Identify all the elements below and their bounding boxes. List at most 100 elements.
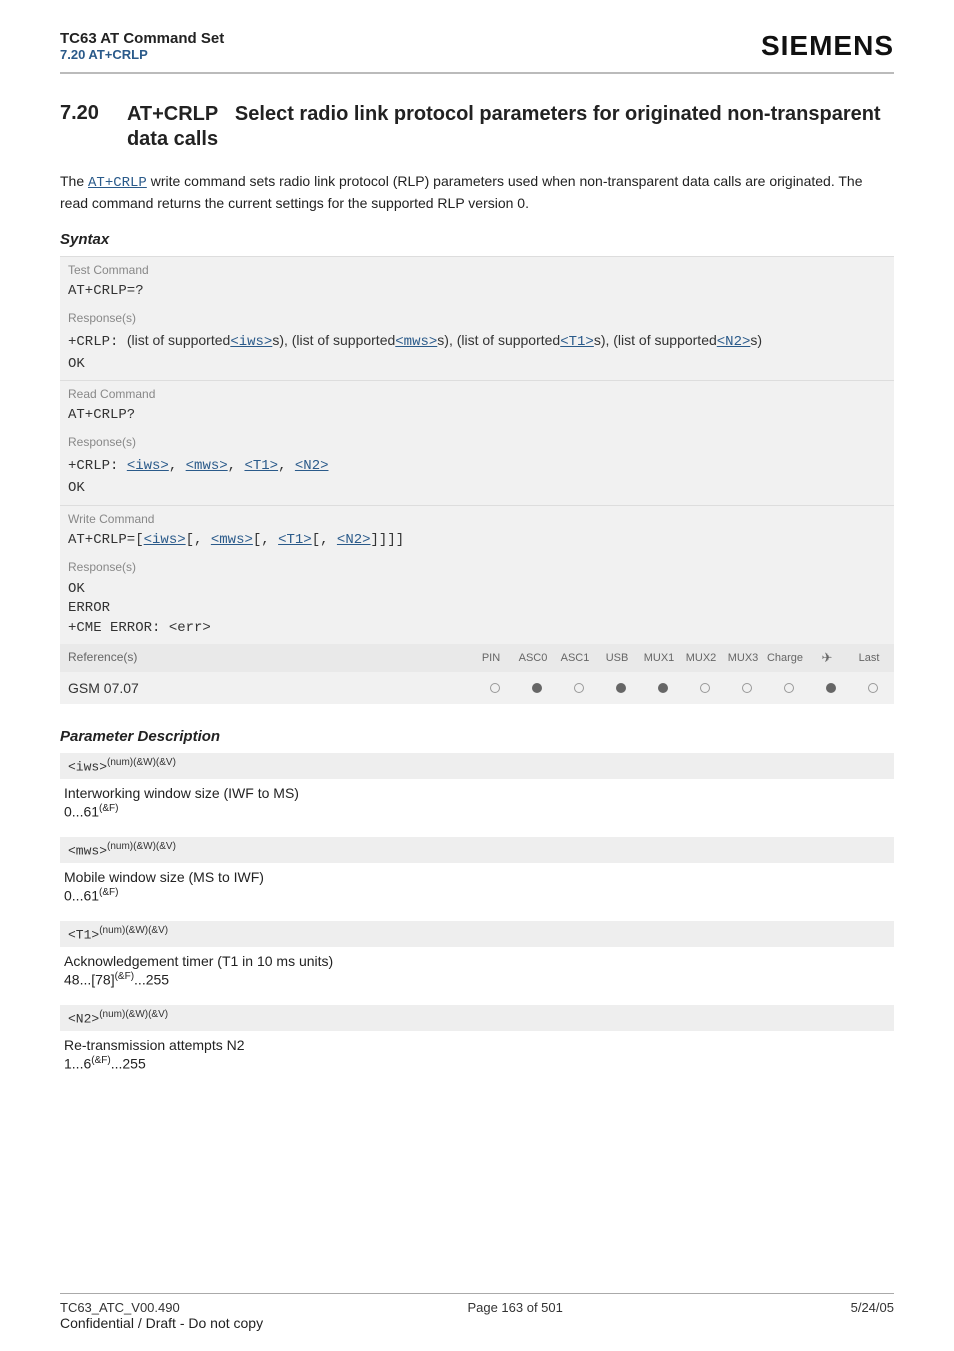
- page-footer: TC63_ATC_V00.490 Page 163 of 501 5/24/05…: [60, 1293, 894, 1331]
- param-t1-range: 48...[78](&F)...255: [60, 971, 894, 998]
- param-iws-header: <iws>(num)(&W)(&V): [60, 753, 894, 778]
- t4-text: s), (list of supported: [594, 332, 717, 348]
- iws-link-3[interactable]: <iws>: [144, 532, 186, 548]
- footer-divider: [60, 1293, 894, 1294]
- header-left: TC63 AT Command Set 7.20 AT+CRLP: [60, 30, 224, 62]
- param-iws-range: 0...61(&F): [60, 803, 894, 830]
- atcrlp-link[interactable]: AT+CRLP: [88, 175, 147, 191]
- param-n2-desc: Re-transmission attempts N2: [60, 1031, 894, 1055]
- iws-link[interactable]: <iws>: [230, 334, 272, 350]
- col-charge: Charge: [764, 652, 806, 664]
- read-response: +CRLP: <iws>, <mws>, <T1>, <N2> OK: [60, 453, 894, 504]
- n2-link[interactable]: <N2>: [717, 334, 751, 350]
- t1-link-2[interactable]: <T1>: [244, 458, 278, 474]
- reference-columns: PIN ASC0 ASC1 USB MUX1 MUX2 MUX3 Charge …: [470, 644, 894, 672]
- param-n2-name: <N2>: [68, 1012, 99, 1027]
- dot-mux3: [726, 680, 768, 696]
- dot-mux1: [642, 680, 684, 696]
- n2-link-2[interactable]: <N2>: [295, 458, 329, 474]
- mws-range-a: 0...61: [64, 887, 99, 903]
- header-divider: [60, 72, 894, 74]
- comma-6: ,: [320, 532, 337, 548]
- dot-pin: [474, 680, 516, 696]
- param-iws-desc: Interworking window size (IWF to MS): [60, 779, 894, 803]
- syntax-heading: Syntax: [60, 231, 894, 248]
- col-pin: PIN: [470, 652, 512, 664]
- mws-link[interactable]: <mws>: [395, 334, 437, 350]
- param-n2-range: 1...6(&F)...255: [60, 1055, 894, 1082]
- col-asc0: ASC0: [512, 652, 554, 664]
- mws-link-3[interactable]: <mws>: [211, 532, 253, 548]
- reference-header-row: Reference(s) PIN ASC0 ASC1 USB MUX1 MUX2…: [60, 644, 894, 672]
- read-command-code: AT+CRLP?: [60, 405, 894, 429]
- comma-3: ,: [278, 458, 295, 474]
- dot-last: [852, 680, 894, 696]
- col-mux2: MUX2: [680, 652, 722, 664]
- read-command-box: Read Command AT+CRLP? Response(s) +CRLP:…: [60, 380, 894, 504]
- comma-1: ,: [169, 458, 186, 474]
- reference-label: Reference(s): [60, 644, 470, 672]
- mws-range-sup: (&F): [99, 887, 118, 898]
- t3-text: s), (list of supported: [437, 332, 560, 348]
- param-t1-attrs: (num)(&W)(&V): [99, 925, 168, 936]
- read-response-label: Response(s): [60, 429, 894, 453]
- reference-dots: [474, 672, 894, 704]
- ok-text: OK: [68, 356, 85, 372]
- param-mws-desc: Mobile window size (MS to IWF): [60, 863, 894, 887]
- write-command-box: Write Command AT+CRLP=[<iws>[, <mws>[, <…: [60, 505, 894, 645]
- param-t1-header: <T1>(num)(&W)(&V): [60, 921, 894, 946]
- reference-value: GSM 07.07: [60, 672, 474, 704]
- col-usb: USB: [596, 652, 638, 664]
- t1-link-3[interactable]: <T1>: [278, 532, 312, 548]
- doc-title: TC63 AT Command Set: [60, 30, 224, 47]
- dot-charge: [768, 680, 810, 696]
- t1-text: (list of supported: [127, 332, 231, 348]
- footer-left: TC63_ATC_V00.490: [60, 1300, 180, 1315]
- dot-asc0: [516, 680, 558, 696]
- param-iws-name: <iws>: [68, 760, 107, 775]
- col-asc1: ASC1: [554, 652, 596, 664]
- iws-range-a: 0...61: [64, 803, 99, 819]
- param-mws-header: <mws>(num)(&W)(&V): [60, 837, 894, 862]
- lb1: [: [135, 532, 143, 548]
- reference-data-row: GSM 07.07: [60, 672, 894, 704]
- iws-link-2[interactable]: <iws>: [127, 458, 169, 474]
- param-t1-name: <T1>: [68, 928, 99, 943]
- t2-text: s), (list of supported: [272, 332, 395, 348]
- t1-link[interactable]: <T1>: [560, 334, 594, 350]
- iws-range-sup: (&F): [99, 803, 118, 814]
- t5-text: s): [750, 332, 762, 348]
- mws-link-2[interactable]: <mws>: [186, 458, 228, 474]
- rbclose: ]]]]: [371, 532, 405, 548]
- n2-range-a: 1...6: [64, 1055, 91, 1071]
- intro-text-b: write command sets radio link protocol (…: [60, 173, 862, 211]
- ok-text-3: OK: [68, 581, 85, 597]
- section-number: 7.20: [60, 102, 99, 125]
- t1-range-a: 48...[78]: [64, 971, 115, 987]
- error-text: ERROR: [68, 600, 110, 616]
- section-rest: Select radio link protocol parameters fo…: [127, 103, 881, 150]
- col-airplane-icon: ✈: [806, 650, 848, 666]
- dot-asc1: [558, 680, 600, 696]
- dot-mux2: [684, 680, 726, 696]
- n2-link-3[interactable]: <N2>: [337, 532, 371, 548]
- intro-paragraph: The AT+CRLP write command sets radio lin…: [60, 172, 894, 213]
- read-prefix: +CRLP:: [68, 458, 127, 474]
- test-command-label: Test Command: [60, 257, 894, 281]
- param-n2-header: <N2>(num)(&W)(&V): [60, 1005, 894, 1030]
- test-response-label: Response(s): [60, 305, 894, 329]
- write-prefix: AT+CRLP=: [68, 532, 135, 548]
- t1-range-sup: (&F): [115, 971, 134, 982]
- intro-text-a: The: [60, 173, 88, 189]
- page-header: TC63 AT Command Set 7.20 AT+CRLP SIEMENS: [60, 30, 894, 62]
- footer-right: 5/24/05: [851, 1300, 894, 1315]
- doc-subtitle: 7.20 AT+CRLP: [60, 47, 224, 62]
- footer-center: Page 163 of 501: [467, 1300, 562, 1315]
- col-last: Last: [848, 652, 890, 664]
- comma-2: ,: [228, 458, 245, 474]
- n2-range-sup: (&F): [91, 1055, 110, 1066]
- section-title-text: AT+CRLP Select radio link protocol param…: [127, 102, 894, 152]
- t1-range-b: ...255: [134, 971, 169, 987]
- col-mux1: MUX1: [638, 652, 680, 664]
- dot-usb: [600, 680, 642, 696]
